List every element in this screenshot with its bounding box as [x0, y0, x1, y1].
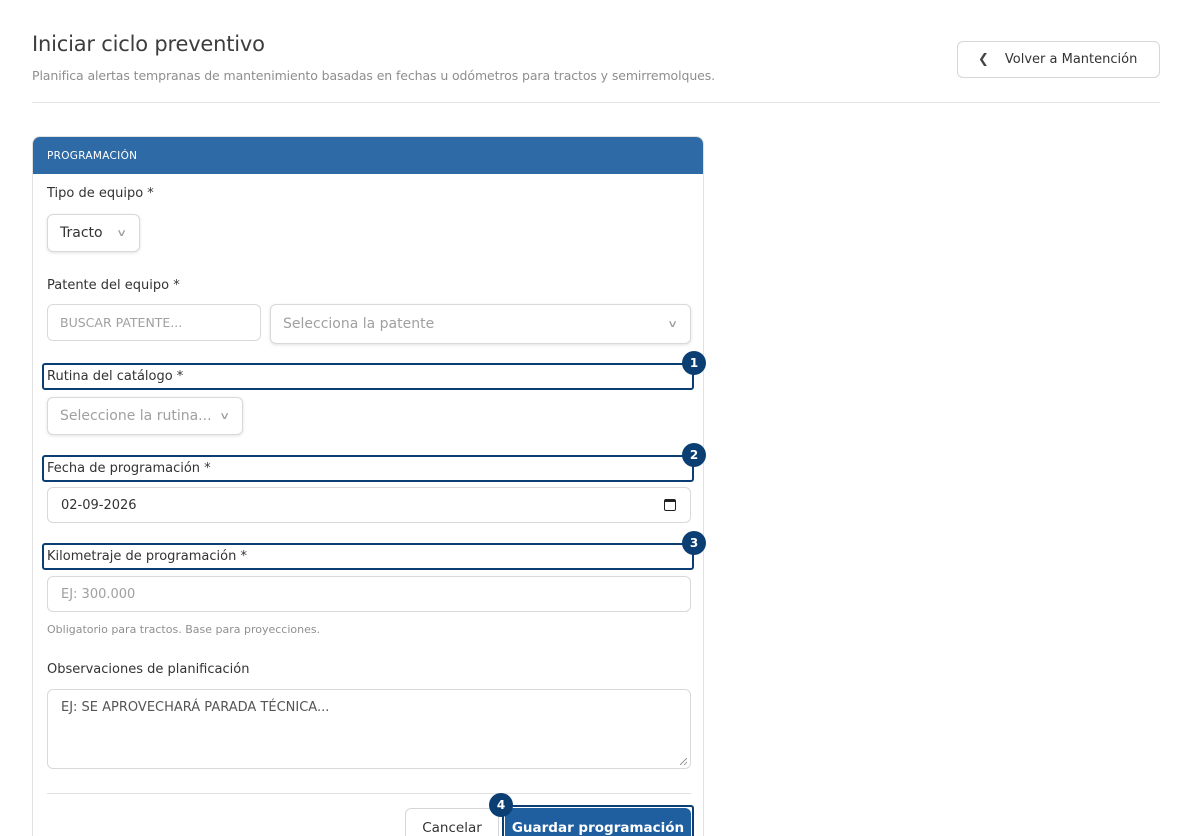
annotation-badge-3: 3 — [682, 531, 706, 555]
page-header: Iniciar ciclo preventivo Planifica alert… — [32, 32, 1160, 103]
mileage-input[interactable]: EJ: 300.000 — [47, 576, 691, 612]
card-header: PROGRAMACIÓN — [33, 137, 703, 174]
mileage-placeholder: EJ: 300.000 — [61, 586, 136, 602]
plate-select-placeholder: Selecciona la patente — [283, 316, 435, 332]
routine-placeholder: Seleccione la rutina... — [60, 408, 212, 424]
scheduling-card: PROGRAMACIÓN Tipo de equipo * Tracto ∨ P… — [32, 136, 704, 836]
date-value: 02-09-2026 — [61, 497, 137, 513]
annotation-box-3 — [42, 543, 694, 570]
equipment-type-label: Tipo de equipo * — [47, 186, 154, 201]
chevron-down-icon: ∨ — [218, 410, 230, 422]
notes-placeholder: EJ: SE APROVECHARÁ PARADA TÉCNICA... — [61, 700, 330, 715]
chevron-left-icon: ❮ — [978, 52, 989, 67]
resize-handle-icon[interactable] — [680, 758, 687, 765]
plate-select[interactable]: Selecciona la patente ∨ — [270, 304, 691, 344]
annotation-box-1 — [42, 363, 694, 390]
plate-search-input[interactable]: BUSCAR PATENTE... — [47, 304, 261, 341]
annotation-badge-4: 4 — [489, 793, 513, 817]
routine-select[interactable]: Seleccione la rutina... ∨ — [47, 397, 243, 435]
chevron-down-icon: ∨ — [115, 227, 127, 239]
page-subtitle: Planifica alertas tempranas de mantenimi… — [32, 68, 716, 83]
chevron-down-icon: ∨ — [666, 318, 678, 330]
plate-search-placeholder: BUSCAR PATENTE... — [60, 315, 183, 330]
date-input[interactable]: 02-09-2026 — [47, 487, 691, 523]
cancel-button[interactable]: Cancelar — [405, 808, 499, 836]
back-to-maintenance-button[interactable]: ❮ Volver a Mantención — [957, 41, 1160, 78]
page-title: Iniciar ciclo preventivo — [32, 32, 265, 56]
back-button-label: Volver a Mantención — [1004, 52, 1138, 67]
annotation-badge-2: 2 — [682, 443, 706, 467]
annotation-box-4 — [502, 805, 694, 836]
equipment-type-select[interactable]: Tracto ∨ — [47, 214, 140, 252]
notes-label: Observaciones de planificación — [47, 662, 250, 677]
mileage-hint: Obligatorio para tractos. Base para proy… — [47, 623, 321, 636]
annotation-box-2 — [42, 455, 694, 482]
plate-label: Patente del equipo * — [47, 278, 180, 293]
calendar-icon[interactable] — [664, 499, 676, 511]
annotation-badge-1: 1 — [682, 351, 706, 375]
equipment-type-value: Tracto — [60, 225, 103, 241]
card-divider — [47, 793, 691, 794]
notes-textarea[interactable]: EJ: SE APROVECHARÁ PARADA TÉCNICA... — [47, 689, 691, 769]
